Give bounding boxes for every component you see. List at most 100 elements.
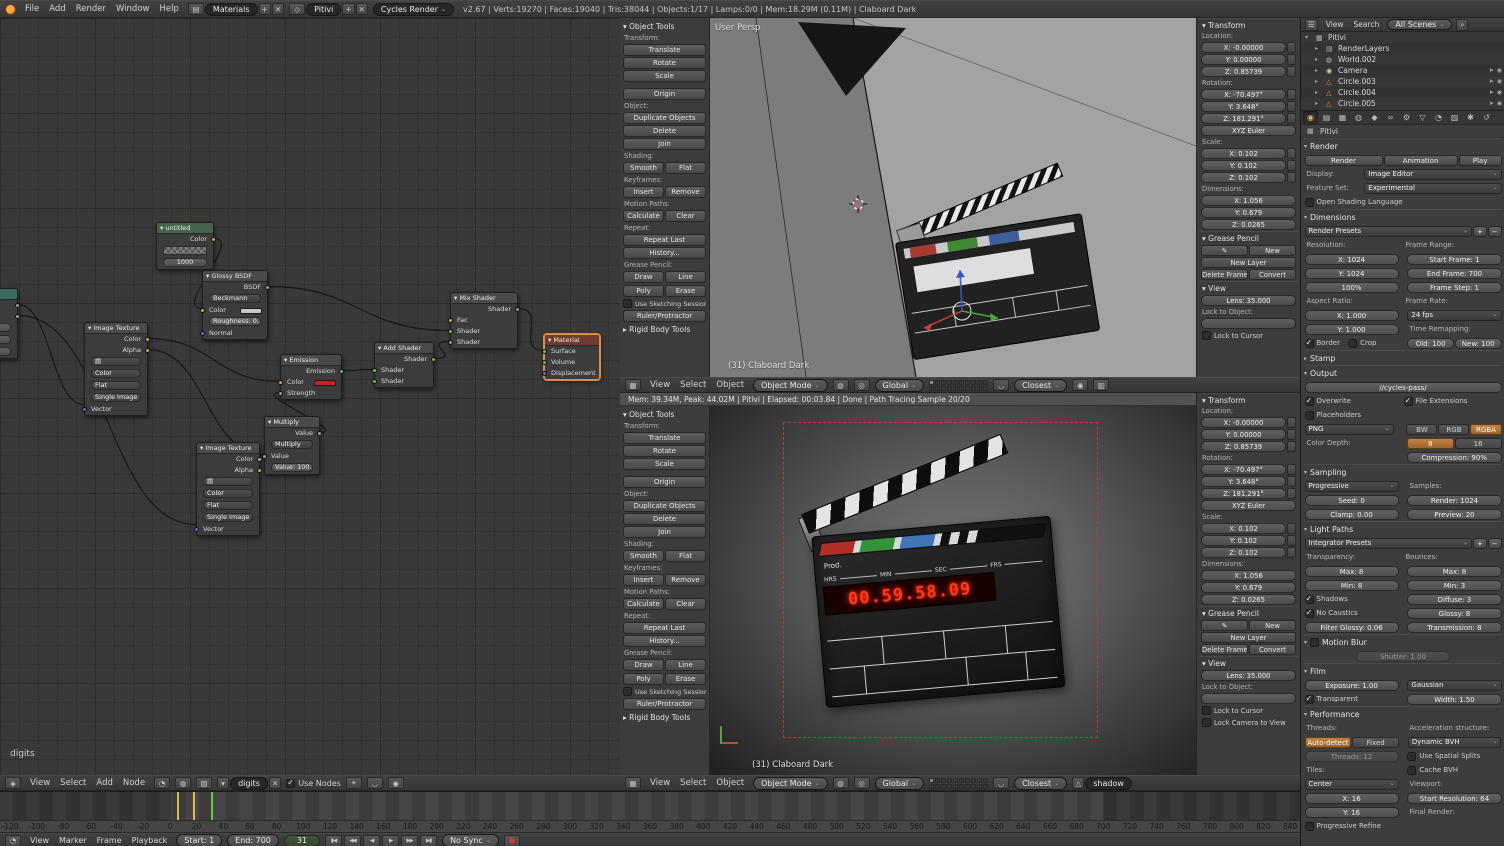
number-field[interactable]: X: 1.056 — [1201, 195, 1296, 206]
layer-toggle[interactable] — [941, 778, 946, 783]
node-image-texture-1[interactable]: ▾ Image TextureColorAlpha▤ColorFlatSingl… — [84, 322, 148, 416]
mesh-name-field[interactable]: shadow — [1085, 777, 1132, 790]
layer-toggle[interactable] — [983, 778, 988, 783]
editor-type-icon[interactable]: ◔ — [5, 835, 21, 846]
panel-header-film[interactable]: ▾Film — [1304, 663, 1502, 678]
node-editor-canvas[interactable]: ▾ ▾ untitledColor1000▾ Glossy BSDFBSDFBe… — [0, 18, 620, 775]
lock-icon[interactable] — [1287, 429, 1296, 440]
transport-jump-start-button[interactable]: ▮◀ — [325, 835, 342, 846]
tool-button-erase[interactable]: Erase — [665, 285, 706, 297]
layer-toggle[interactable] — [941, 386, 946, 391]
properties-tab-constraints[interactable]: ∞ — [1383, 111, 1398, 124]
properties-tab-texture[interactable]: ▨ — [1447, 111, 1462, 124]
tool-button-calculate[interactable]: Calculate — [623, 598, 664, 610]
current-frame-field[interactable]: 31 — [284, 835, 320, 846]
tool-button-rotate[interactable]: Rotate — [623, 57, 706, 69]
properties-tab-object[interactable]: ◆ — [1367, 111, 1382, 124]
node-image-texture-2[interactable]: ▾ Image TextureColorAlpha▤ColorFlatSingl… — [196, 442, 260, 536]
button-convert[interactable]: Convert — [1249, 644, 1296, 655]
checkbox-border[interactable]: Border — [1305, 338, 1348, 349]
button-animation[interactable]: Animation — [1384, 155, 1458, 166]
node-editor-menu-add[interactable]: Add — [92, 778, 116, 788]
panel-header-stamp[interactable]: ▸Stamp — [1304, 350, 1502, 365]
button-delete-frame[interactable]: Delete Frame — [1201, 269, 1248, 280]
expand-icon[interactable]: ▸ — [1315, 89, 1323, 96]
viewport-top-menu-view[interactable]: View — [646, 380, 674, 390]
sync-mode-select[interactable]: No Sync⌄ — [442, 834, 499, 846]
number-field[interactable]: X: -70.497° — [1201, 89, 1286, 100]
visibility-icon[interactable]: ◉ — [1497, 89, 1502, 96]
field-y-16[interactable]: Y: 16 — [1305, 807, 1399, 818]
output-socket[interactable] — [339, 369, 344, 374]
dropdown-gaussian[interactable]: Gaussian⌄ — [1407, 680, 1501, 691]
dropdown-center[interactable]: Center⌄ — [1305, 779, 1399, 790]
node-value-field[interactable]: Roughness: 0.100 — [209, 317, 261, 326]
layer-toggle[interactable] — [977, 380, 982, 385]
lock-icon[interactable] — [1287, 417, 1296, 428]
browse-material-icon[interactable]: ▾ — [217, 777, 229, 789]
layer-toggle[interactable] — [983, 380, 988, 385]
layer-toggle[interactable] — [947, 380, 952, 385]
render-still-icon[interactable]: ◉ — [388, 777, 404, 789]
input-socket[interactable] — [194, 527, 199, 532]
node-editor-menu-select[interactable]: Select — [56, 778, 90, 788]
lock-icon[interactable] — [1287, 54, 1296, 65]
field-y-1-000[interactable]: Y: 1.000 — [1305, 324, 1399, 335]
field-threads-12[interactable]: Threads: 12 — [1305, 751, 1399, 762]
properties-tab-physics[interactable]: ↺ — [1479, 111, 1494, 124]
tool-button-join[interactable]: Join — [623, 526, 706, 538]
tool-button-history[interactable]: History... — [623, 247, 706, 259]
output-socket[interactable] — [431, 357, 436, 362]
scene-name[interactable]: Pitivi — [306, 3, 341, 16]
frame-start-field[interactable]: Start: 1 — [176, 834, 222, 846]
world-nodes-icon[interactable]: ◍ — [175, 777, 191, 789]
button-new[interactable]: New — [1249, 245, 1296, 256]
node-dropdown[interactable]: Color — [203, 489, 253, 498]
topbar-menu-window[interactable]: Window — [112, 4, 154, 14]
rendered-viewport-canvas[interactable]: Prod. HRSMINSECFRS 00.59.58.09 — [710, 406, 1196, 775]
node-math-multiply[interactable]: ▾ MultiplyValueMultiplyValueValue: 100.0… — [264, 416, 320, 475]
field-compression-90[interactable]: Compression: 90% — [1407, 452, 1502, 463]
tool-button-line[interactable]: Line — [665, 271, 706, 283]
tool-button-poly[interactable]: Poly — [623, 285, 664, 297]
tool-button-remove[interactable]: Remove — [665, 574, 706, 586]
button-convert[interactable]: Convert — [1249, 269, 1296, 280]
node-value-field[interactable] — [0, 347, 11, 356]
lock-icon[interactable] — [1287, 523, 1296, 534]
layer-toggle[interactable] — [953, 784, 958, 789]
viewport-shading-icon[interactable]: ◍ — [833, 777, 849, 789]
shader-nodes-icon[interactable]: ◔ — [154, 777, 170, 789]
tool-button-flat[interactable]: Flat — [665, 550, 706, 562]
outliner-filter-select[interactable]: All Scenes⌄ — [1387, 19, 1452, 30]
field-clamp-0-00[interactable]: Clamp: 0.00 — [1305, 509, 1399, 520]
field-seed-0[interactable]: Seed: 0 — [1305, 495, 1399, 506]
number-field[interactable]: Z: 0.102 — [1201, 172, 1286, 183]
mesh-data-icon[interactable]: △ — [1072, 777, 1084, 789]
rigid-body-tools-panel-header[interactable]: ▸ Rigid Body Tools — [623, 711, 706, 724]
rigid-body-tools-panel-header[interactable]: ▸ Rigid Body Tools — [623, 323, 706, 336]
checkbox-transparent[interactable]: Transparent — [1305, 694, 1399, 705]
number-field[interactable] — [1201, 318, 1296, 329]
number-field[interactable] — [1201, 693, 1296, 704]
lock-icon[interactable] — [1287, 441, 1296, 452]
layer-toggle[interactable] — [977, 784, 982, 789]
button-render[interactable]: Render — [1305, 155, 1383, 166]
number-field[interactable]: Y: 0.102 — [1201, 160, 1286, 171]
layer-toggle[interactable] — [971, 778, 976, 783]
field-render-1024[interactable]: Render: 1024 — [1407, 495, 1501, 506]
tool-button-scale[interactable]: Scale — [623, 70, 706, 82]
visibility-icon[interactable]: ◉ — [1497, 67, 1502, 74]
timeline-ruler[interactable]: -120-100-80-60-40-2002040608010012014016… — [0, 821, 1300, 833]
input-socket[interactable] — [372, 368, 377, 373]
node-link[interactable] — [148, 350, 264, 455]
node-value-field[interactable] — [0, 323, 11, 332]
outliner-row-camera[interactable]: ▸◉Camera➤◉ — [1301, 65, 1504, 76]
field-min-3[interactable]: Min: 3 — [1407, 580, 1501, 591]
expand-icon[interactable]: ▸ — [1315, 56, 1323, 63]
keyframe-line[interactable] — [177, 792, 179, 820]
transform-orientation-select[interactable]: Global⌄ — [875, 379, 925, 392]
field-cycles-pass[interactable]: //cycles-pass/ — [1305, 382, 1502, 393]
layer-toggle[interactable] — [935, 380, 940, 385]
field-x-1024[interactable]: X: 1024 — [1305, 254, 1399, 265]
button-new[interactable]: New — [1249, 620, 1296, 631]
